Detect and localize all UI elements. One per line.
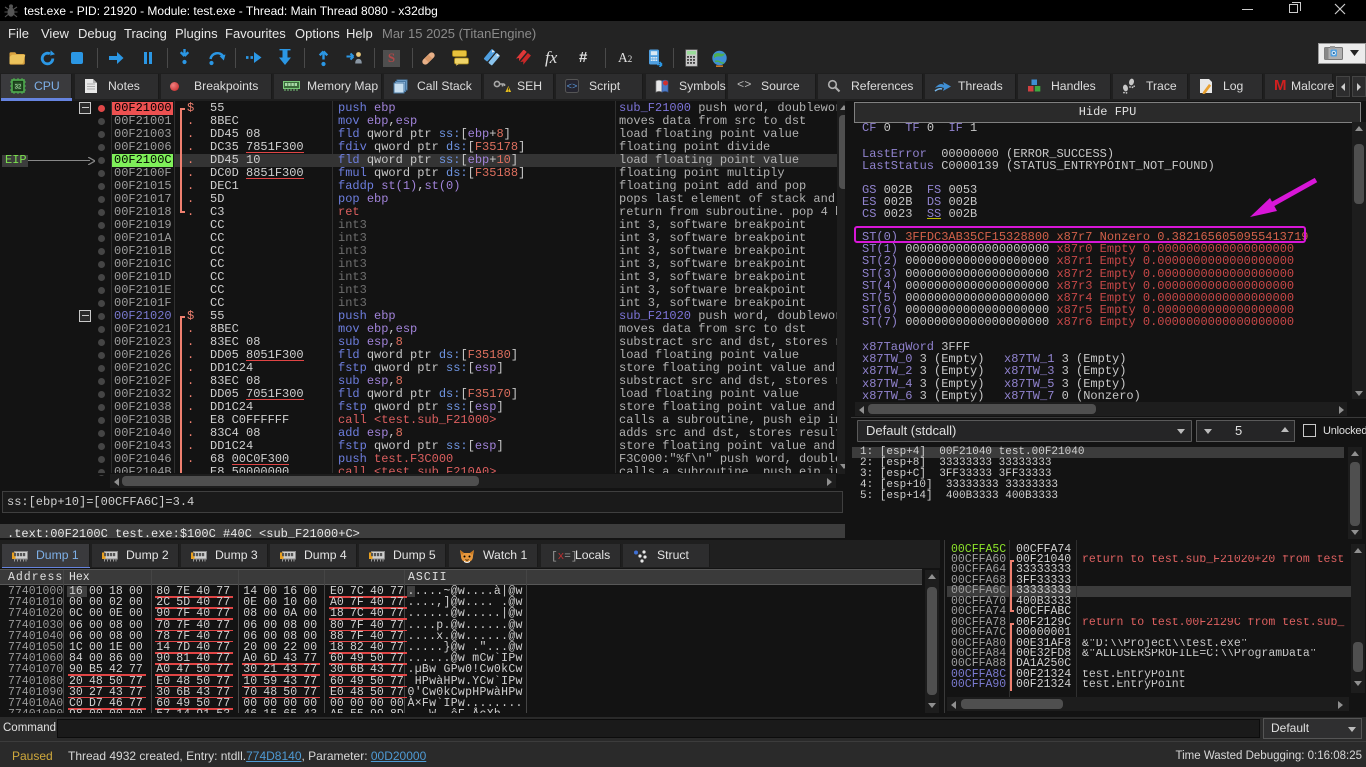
svg-text:<>: <> (567, 82, 578, 92)
svg-text:32: 32 (15, 85, 22, 91)
svg-text:!: ! (507, 87, 509, 93)
